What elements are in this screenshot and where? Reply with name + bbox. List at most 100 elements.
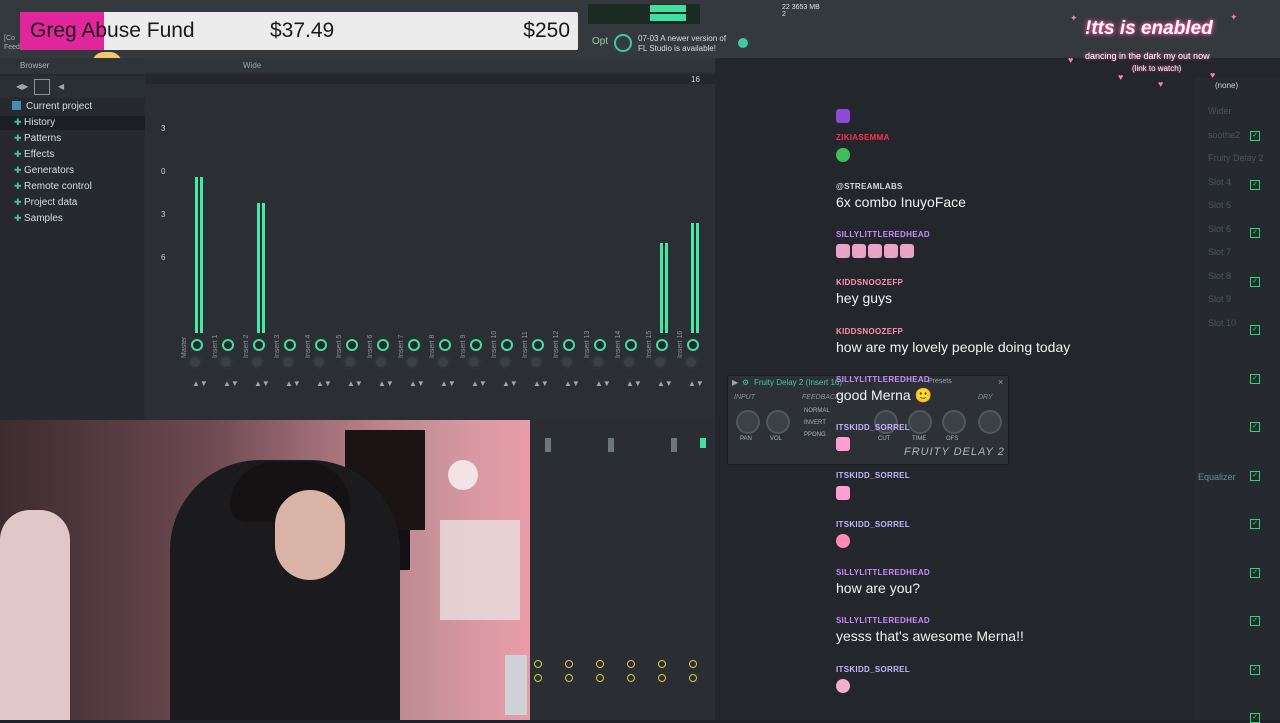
- mixer-volume-knob[interactable]: [188, 355, 202, 369]
- mixer-pan-knob[interactable]: [346, 339, 358, 351]
- mixer-route-arrows[interactable]: ▲▼: [285, 379, 301, 388]
- mixer-enable-toggle[interactable]: [658, 674, 666, 682]
- effect-slot-label[interactable]: Slot 4: [1208, 177, 1231, 187]
- chat-username[interactable]: @STREAMLABS: [836, 182, 903, 191]
- mixer-fader[interactable]: [545, 438, 551, 452]
- tree-item-project-data[interactable]: Project data: [24, 197, 77, 208]
- mixer-pan-knob[interactable]: [222, 339, 234, 351]
- equalizer-label[interactable]: Equalizer: [1198, 472, 1236, 482]
- mixer-route-arrows[interactable]: ▲▼: [316, 379, 332, 388]
- mixer-volume-knob[interactable]: [312, 355, 326, 369]
- chat-username[interactable]: SILLYLITTLEREDHEAD: [836, 568, 930, 577]
- mixer-track-name[interactable]: Insert 12: [553, 331, 560, 358]
- slot-enable-checkbox[interactable]: ✓: [1250, 470, 1260, 481]
- mode-normal[interactable]: NORMAL: [804, 408, 830, 414]
- tree-item-history[interactable]: History: [24, 117, 55, 128]
- effect-slot-label[interactable]: Slot 5: [1208, 200, 1231, 210]
- mixer-stereo-knob[interactable]: [627, 660, 635, 668]
- mixer-track-name[interactable]: Master: [181, 337, 188, 358]
- mixer-track-name[interactable]: Insert 8: [429, 335, 436, 358]
- update-hint[interactable]: 07-03 A newer version of FL Studio is av…: [638, 34, 726, 54]
- tree-item-effects[interactable]: Effects: [24, 149, 54, 160]
- mixer-track-routing[interactable]: (none): [1215, 81, 1238, 90]
- mode-invert[interactable]: INVERT: [804, 420, 826, 426]
- chat-username[interactable]: SILLYLITTLEREDHEAD: [836, 230, 930, 239]
- mixer-track-name[interactable]: Insert 10: [491, 331, 498, 358]
- mixer-volume-knob[interactable]: [467, 355, 481, 369]
- mixer-track-name[interactable]: Insert 11: [522, 331, 529, 358]
- tree-root-current-project[interactable]: Current project: [26, 101, 92, 112]
- chat-username[interactable]: KIDDSNOOZEFP: [836, 278, 903, 287]
- mixer-track-name[interactable]: Insert 2: [243, 335, 250, 358]
- effect-slot-label[interactable]: Slot 7: [1208, 247, 1231, 257]
- mixer-volume-knob[interactable]: [529, 355, 543, 369]
- mixer-route-arrows[interactable]: ▲▼: [440, 379, 456, 388]
- mixer-fader[interactable]: [608, 438, 614, 452]
- mixer-pan-knob[interactable]: [656, 339, 668, 351]
- slot-enable-checkbox[interactable]: ✓: [1250, 519, 1260, 529]
- effect-slot-label[interactable]: soothe2: [1208, 130, 1240, 140]
- mixer-track-name[interactable]: Insert 15: [646, 331, 653, 358]
- tree-item-generators[interactable]: Generators: [24, 165, 74, 176]
- mixer-route-arrows[interactable]: ▲▼: [254, 379, 270, 388]
- mixer-pan-knob[interactable]: [191, 339, 203, 351]
- mixer-track-name[interactable]: Insert 4: [305, 335, 312, 358]
- mixer-volume-knob[interactable]: [343, 355, 357, 369]
- chat-username[interactable]: SILLYLITTLEREDHEAD: [836, 616, 930, 625]
- gear-icon[interactable]: ⚙: [742, 378, 749, 387]
- mixer-route-arrows[interactable]: ▲▼: [347, 379, 363, 388]
- mixer-fader[interactable]: [671, 438, 677, 452]
- chat-username[interactable]: ITSKIDD_SORREL: [836, 520, 910, 529]
- mixer-track-name[interactable]: Insert 13: [584, 331, 591, 358]
- mixer-volume-knob[interactable]: [374, 355, 388, 369]
- mode-pingpong[interactable]: PPONG: [804, 432, 826, 438]
- mixer-track-name[interactable]: Insert 16: [677, 331, 684, 358]
- mixer-track-name[interactable]: Insert 1: [212, 335, 219, 358]
- view-icon[interactable]: [34, 79, 50, 95]
- mixer-track-name[interactable]: Insert 7: [398, 335, 405, 358]
- slot-enable-checkbox[interactable]: ✓: [1250, 276, 1260, 287]
- mixer-volume-knob[interactable]: [281, 355, 295, 369]
- slot-enable-checkbox[interactable]: ✓: [1250, 131, 1260, 141]
- slot-enable-checkbox[interactable]: ✓: [1250, 664, 1260, 675]
- mixer-pan-knob[interactable]: [439, 339, 451, 351]
- mixer-route-arrows[interactable]: ▲▼: [657, 379, 673, 388]
- chat-username[interactable]: SILLYLITTLEREDHEAD: [836, 375, 930, 384]
- slot-enable-checkbox[interactable]: ✓: [1250, 373, 1260, 384]
- slot-enable-checkbox[interactable]: ✓: [1250, 713, 1260, 723]
- vol-knob[interactable]: [766, 410, 790, 434]
- mixer-volume-knob[interactable]: [622, 355, 636, 369]
- effect-slot-label[interactable]: Slot 8: [1208, 271, 1231, 281]
- effect-slot-label[interactable]: Slot 6: [1208, 224, 1231, 234]
- effect-slot-label[interactable]: Fruity Delay 2: [1208, 153, 1264, 163]
- mixer-pan-knob[interactable]: [687, 339, 699, 351]
- chat-username[interactable]: ITSKIDD_SORREL: [836, 423, 910, 432]
- mixer-volume-knob[interactable]: [684, 355, 698, 369]
- slot-enable-checkbox[interactable]: ✓: [1250, 179, 1260, 190]
- mixer-enable-toggle[interactable]: [534, 674, 542, 682]
- mixer-enable-toggle[interactable]: [689, 674, 697, 682]
- mixer-track-name[interactable]: Insert 6: [367, 335, 374, 358]
- mixer-pan-knob[interactable]: [315, 339, 327, 351]
- mixer-volume-knob[interactable]: [498, 355, 512, 369]
- mixer-route-arrows[interactable]: ▲▼: [595, 379, 611, 388]
- mixer-pan-knob[interactable]: [532, 339, 544, 351]
- online-icon[interactable]: [738, 38, 748, 48]
- mixer-pan-knob[interactable]: [501, 339, 513, 351]
- plugin-arrow-icon[interactable]: ▶: [732, 378, 738, 387]
- mixer-enable-toggle[interactable]: [565, 674, 573, 682]
- slot-enable-checkbox[interactable]: ✓: [1250, 325, 1260, 335]
- mixer-track-name[interactable]: Insert 9: [460, 335, 467, 358]
- opt-button[interactable]: Opt: [592, 36, 608, 47]
- mixer-pan-knob[interactable]: [284, 339, 296, 351]
- slot-enable-checkbox[interactable]: ✓: [1250, 567, 1260, 578]
- mixer-enable-toggle[interactable]: [627, 674, 635, 682]
- mixer-enable-toggle[interactable]: [596, 674, 604, 682]
- mixer-route-arrows[interactable]: ▲▼: [409, 379, 425, 388]
- chat-username[interactable]: ZIKIASEMMA: [836, 133, 890, 142]
- mixer-track-name[interactable]: Insert 5: [336, 335, 343, 358]
- mixer-pan-knob[interactable]: [594, 339, 606, 351]
- pan-knob[interactable]: [736, 410, 760, 434]
- collapse-icon[interactable]: ◀▶: [16, 82, 28, 91]
- mixer-stereo-knob[interactable]: [565, 660, 573, 668]
